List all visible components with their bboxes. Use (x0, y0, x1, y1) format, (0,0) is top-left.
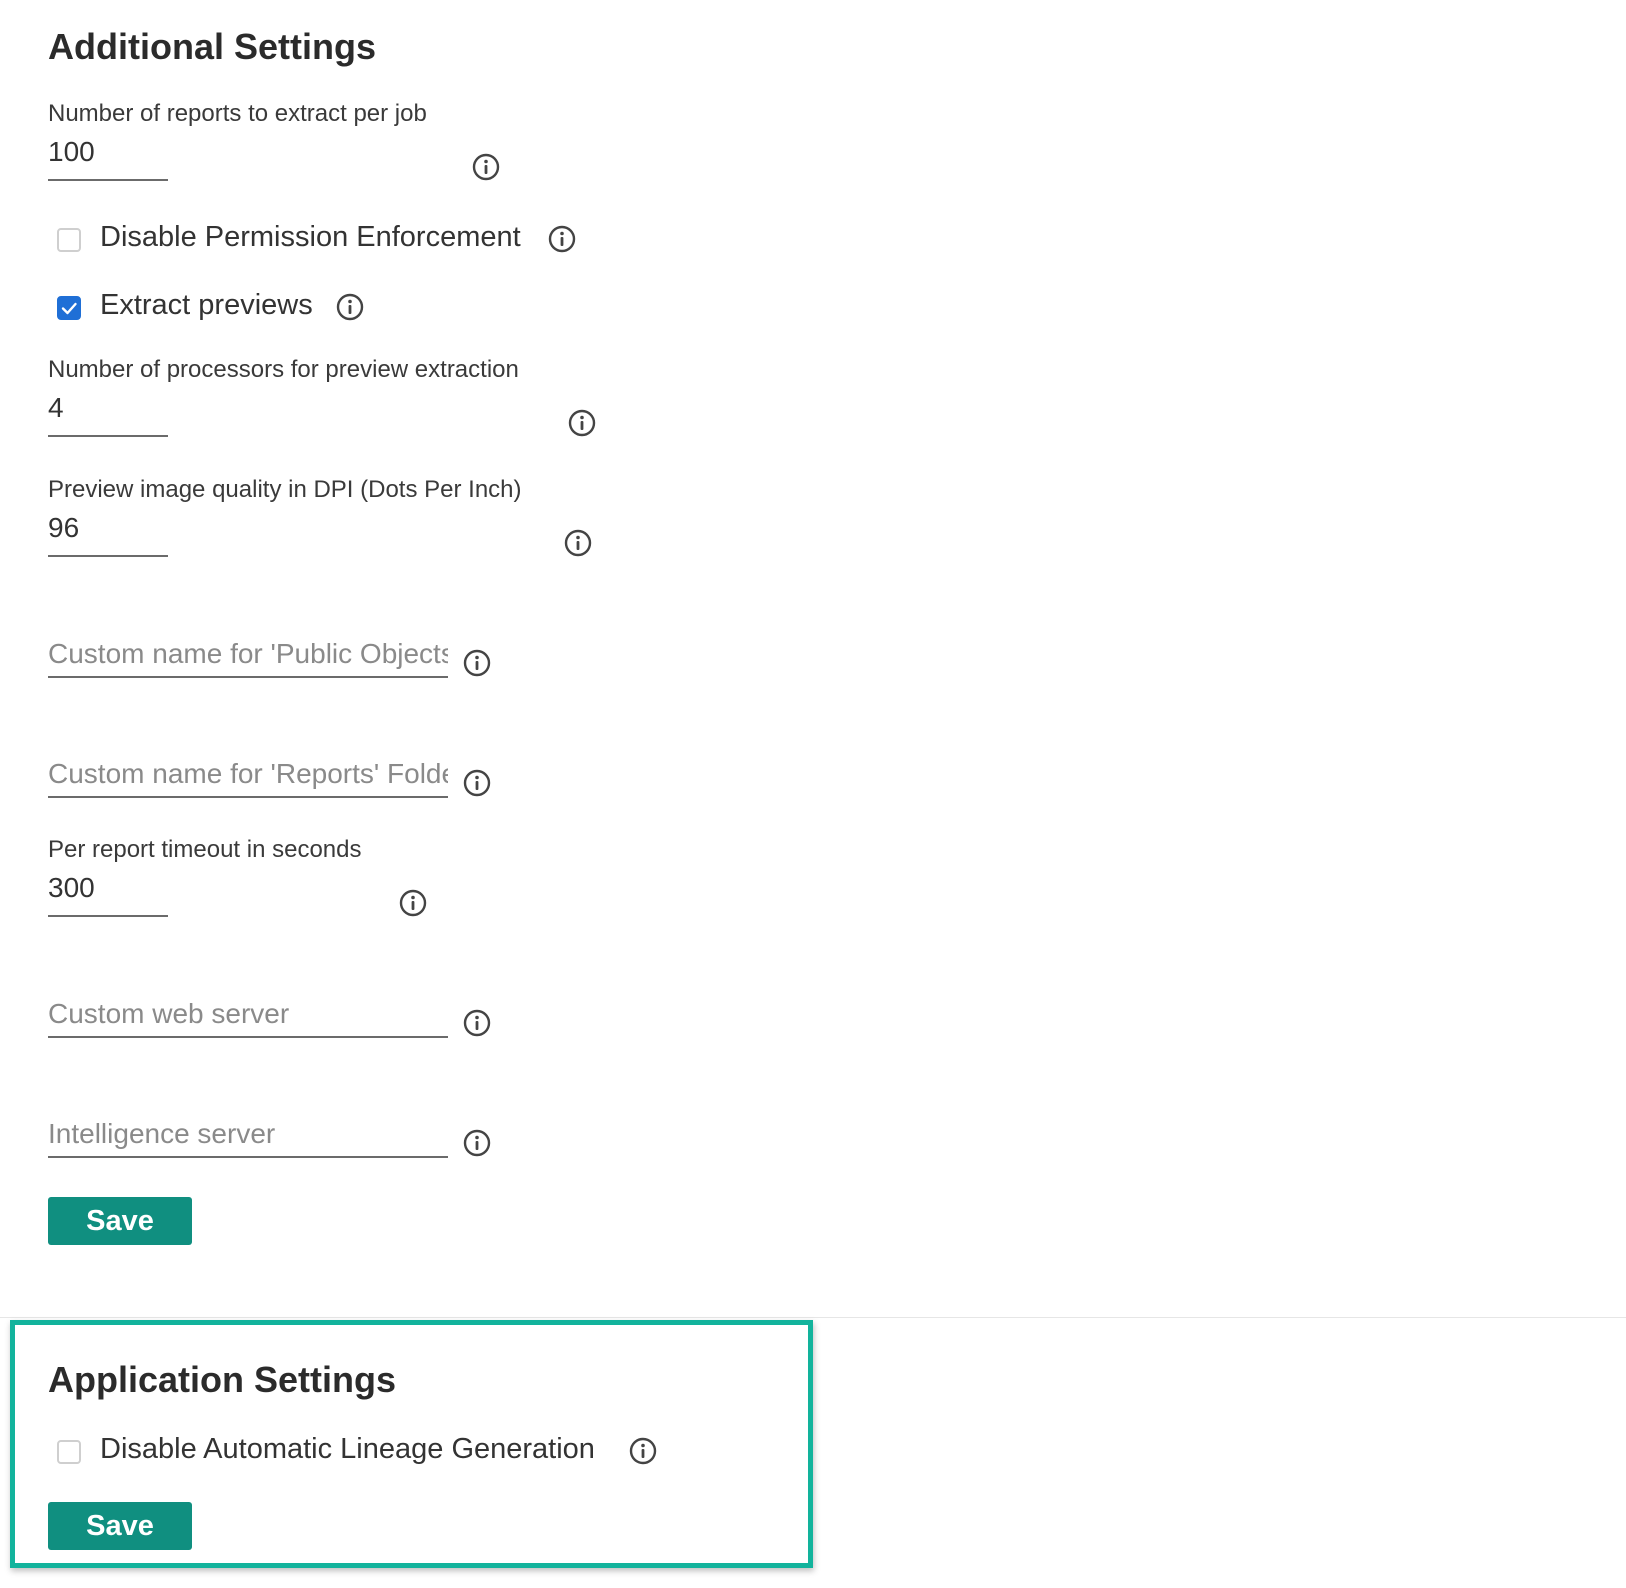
info-icon[interactable] (563, 528, 593, 558)
info-icon[interactable] (462, 1008, 492, 1038)
info-icon[interactable] (547, 224, 577, 254)
application-settings-title: Application Settings (48, 1359, 397, 1400)
reports-folder-name-input[interactable] (48, 752, 448, 798)
disable-permission-label: Disable Permission Enforcement (100, 221, 521, 253)
preview-processors-value: 4 (48, 392, 64, 423)
checkmark-icon (61, 302, 77, 315)
report-timeout-value: 300 (48, 872, 95, 903)
preview-dpi-label: Preview image quality in DPI (Dots Per I… (48, 476, 522, 503)
info-icon[interactable] (335, 292, 365, 322)
reports-per-job-underline (48, 179, 168, 181)
info-icon[interactable] (628, 1436, 658, 1466)
custom-web-server-input[interactable] (48, 992, 448, 1038)
report-timeout-input[interactable]: 300 (48, 872, 168, 904)
preview-dpi-value: 96 (48, 512, 80, 543)
additional-settings-title: Additional Settings (48, 26, 376, 67)
report-timeout-underline (48, 915, 168, 917)
disable-permission-checkbox[interactable] (57, 228, 81, 252)
extract-previews-label: Extract previews (100, 289, 313, 321)
application-settings-save-button[interactable]: Save (48, 1502, 192, 1550)
info-icon[interactable] (462, 768, 492, 798)
disable-lineage-label: Disable Automatic Lineage Generation (100, 1433, 595, 1465)
disable-lineage-checkbox[interactable] (57, 1440, 81, 1464)
public-objects-name-input[interactable] (48, 632, 448, 678)
info-icon[interactable] (567, 408, 597, 438)
extract-previews-checkbox[interactable] (57, 296, 81, 320)
info-icon[interactable] (462, 648, 492, 678)
preview-dpi-input[interactable]: 96 (48, 512, 168, 544)
section-divider (0, 1317, 1626, 1318)
preview-processors-label: Number of processors for preview extract… (48, 356, 519, 383)
additional-settings-save-button[interactable]: Save (48, 1197, 192, 1245)
preview-processors-input[interactable]: 4 (48, 392, 168, 424)
intelligence-server-input[interactable] (48, 1112, 448, 1158)
reports-per-job-value: 100 (48, 136, 95, 167)
info-icon[interactable] (462, 1128, 492, 1158)
reports-per-job-input[interactable]: 100 (48, 136, 168, 168)
report-timeout-label: Per report timeout in seconds (48, 836, 362, 863)
preview-dpi-underline (48, 555, 168, 557)
reports-per-job-label: Number of reports to extract per job (48, 100, 427, 127)
info-icon[interactable] (471, 152, 501, 182)
info-icon[interactable] (398, 888, 428, 918)
preview-processors-underline (48, 435, 168, 437)
